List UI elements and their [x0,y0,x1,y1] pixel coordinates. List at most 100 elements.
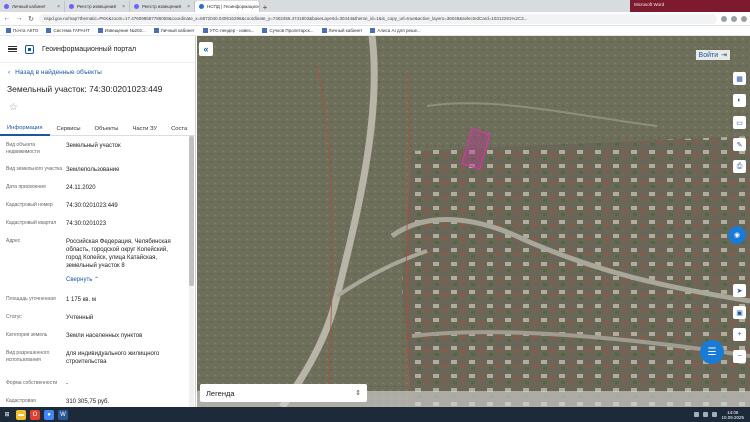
tab-label: Реестр извещений [142,4,181,9]
bookmark-label: Личный кабинет [160,28,195,33]
bookmark-item[interactable]: Личный кабинет [321,28,363,33]
property-key: Вид разрешенного использования [6,350,50,363]
back-icon[interactable]: ← [3,15,11,23]
bookmark-label: Почта АКТО [13,28,39,33]
property-value: Российская Федерация, Челябинская област… [66,239,171,269]
property-value: 74:30:0201023 [66,221,107,227]
tab-label: Реестр извещений [77,4,116,9]
login-arrow-icon: ⇥ [721,52,727,59]
login-label: Войти [698,51,719,59]
collapse-panel-button[interactable]: « [199,42,213,56]
bookmark-item[interactable]: Система ГАРАНТ [46,28,90,33]
property-value: Землепользование [66,167,120,173]
bookmark-favicon-icon [6,28,11,33]
toggle-tool-icon[interactable]: ◉ [728,226,746,244]
map-imagery [197,36,750,407]
chat-button[interactable]: ☰ [700,340,724,364]
properties-list: Вид объекта недвижимости Земельный участо… [0,142,188,407]
network-icon[interactable] [694,412,700,417]
word-icon[interactable]: W [58,409,68,420]
url-input[interactable]: nspd.gov.ru/map?thematic=PKK&zoom=17.476… [39,13,717,24]
layers-tool-icon[interactable]: ▦ [733,72,746,85]
draw-tool-icon[interactable]: ▭ [733,116,746,129]
browser-tab[interactable]: Реестр извещений × [65,1,130,12]
zoom-in-icon[interactable]: + [733,328,746,341]
property-row: Свернуть ⌃ [0,276,188,284]
forward-icon[interactable]: → [15,15,23,23]
bookmark-label: Личный кабинет [328,28,363,33]
browser-tab[interactable]: НСПД | Геоинформационный п× [195,1,260,12]
property-key: Вид объекта недвижимости [6,142,40,155]
panel-tab[interactable]: Соста [164,122,194,136]
clock-date: 10.09.2025 [721,414,744,420]
bookmark-item[interactable]: Алиса АI для решe... [370,28,421,33]
start-icon[interactable]: ⊞ [2,409,12,420]
menu-icon[interactable] [741,15,747,22]
panel-tab[interactable]: Информация [0,122,50,136]
bookmark-item[interactable]: Почта АКТО [6,28,38,33]
bookmark-item[interactable]: Извещение №202... [97,28,146,33]
address-bar: ← → ↻ nspd.gov.ru/map?thematic=PKK&zoom=… [0,12,750,26]
property-key: Адрес [6,238,21,244]
volume-icon[interactable] [703,412,709,417]
window-titlebar: Microsoft Word [630,0,750,12]
property-row: Статус Учтенный [0,314,188,322]
property-value: Учтенный [66,315,94,321]
titlebar-label: Microsoft Word [634,2,665,7]
chrome-icon[interactable]: ● [44,409,54,420]
property-key: Кадастровый квартал [6,220,57,226]
hamburger-menu-icon[interactable] [8,45,17,53]
edit-tool-icon[interactable]: ✎ [733,138,746,151]
clock[interactable]: 14:06 10.09.2025 [721,410,744,420]
portal-logo-icon [25,44,34,54]
property-value: 74:30:0201023:449 [66,203,118,209]
system-tray: 14:06 10.09.2025 [694,410,748,420]
print-tool-icon[interactable]: ⎙ [733,160,746,173]
location-tool-icon[interactable]: ➤ [733,284,746,297]
property-key: Форма собственности [6,380,58,386]
back-to-results-link[interactable]: ‹ Назад в найденные объекты [8,69,102,76]
back-link-label: Назад в найденные объекты [15,69,102,76]
satellite-map[interactable]: « Войти ⇥ ▦ ◐ ▭ ✎ ⎙ ◉ ➤ ▣ + − ☰ Легенда … [197,36,750,407]
tab-label: НСПД | Геоинформационный п [207,4,260,9]
panel-tabs: Информация Сервисы Объекты Части ЗУ Соста [0,122,196,136]
tab-close-icon[interactable]: × [187,4,190,10]
collapse-link[interactable]: Свернуть ⌃ [66,276,182,284]
reload-icon[interactable]: ↻ [27,15,35,23]
tab-close-icon[interactable]: × [57,4,60,10]
bookmark-favicon-icon [153,28,159,33]
property-row: Площадь уточненная 1 175 кв. м [0,296,188,304]
panel-tab[interactable]: Части ЗУ [125,122,164,136]
legend-dropdown[interactable]: Легенда ⇕ [200,384,367,402]
explorer-icon[interactable]: ▬ [16,409,26,420]
bookmark-item[interactable]: УТС-лендер - извез... [202,28,254,33]
panel-tab[interactable]: Сервисы [50,122,88,136]
new-tab-icon[interactable]: + [260,2,270,12]
property-value: 24.11.2020 [66,185,96,191]
zoom-out-icon[interactable]: − [733,350,746,363]
opera-icon[interactable]: O [30,409,40,420]
login-button[interactable]: Войти ⇥ [695,50,730,60]
basemap-tool-icon[interactable]: ▣ [733,306,746,319]
bookmark-favicon-icon [202,28,208,33]
extension-icon[interactable] [721,15,727,22]
tab-close-icon[interactable]: × [122,4,125,10]
measure-tool-icon[interactable]: ◐ [733,94,746,107]
tab-favicon-icon [134,4,139,9]
info-panel: Геоинформационный портал ‹ Назад в найде… [0,36,196,407]
browser-tab[interactable]: Личный кабинет × [0,1,65,12]
panel-scrollbar[interactable] [189,136,194,407]
property-value: для индивидуального жилищного строительс… [66,351,160,365]
language-icon[interactable] [712,412,718,417]
property-row: Дата присвоения 24.11.2020 [0,184,188,192]
property-value: 310 305,75 руб. [66,399,110,405]
favorite-star-icon[interactable]: ☆ [9,102,18,113]
bookmark-item[interactable]: Личный кабинет [153,28,195,33]
panel-tab[interactable]: Объекты [88,122,126,136]
profile-icon[interactable] [731,15,737,22]
browser-tab[interactable]: Реестр извещений × [130,1,195,12]
bookmark-item[interactable]: Сучков Пролетарск... [262,28,314,33]
property-row: Вид земельного участка Землепользование [0,166,188,174]
property-key: Статус [6,314,22,320]
property-value: - [66,381,68,387]
